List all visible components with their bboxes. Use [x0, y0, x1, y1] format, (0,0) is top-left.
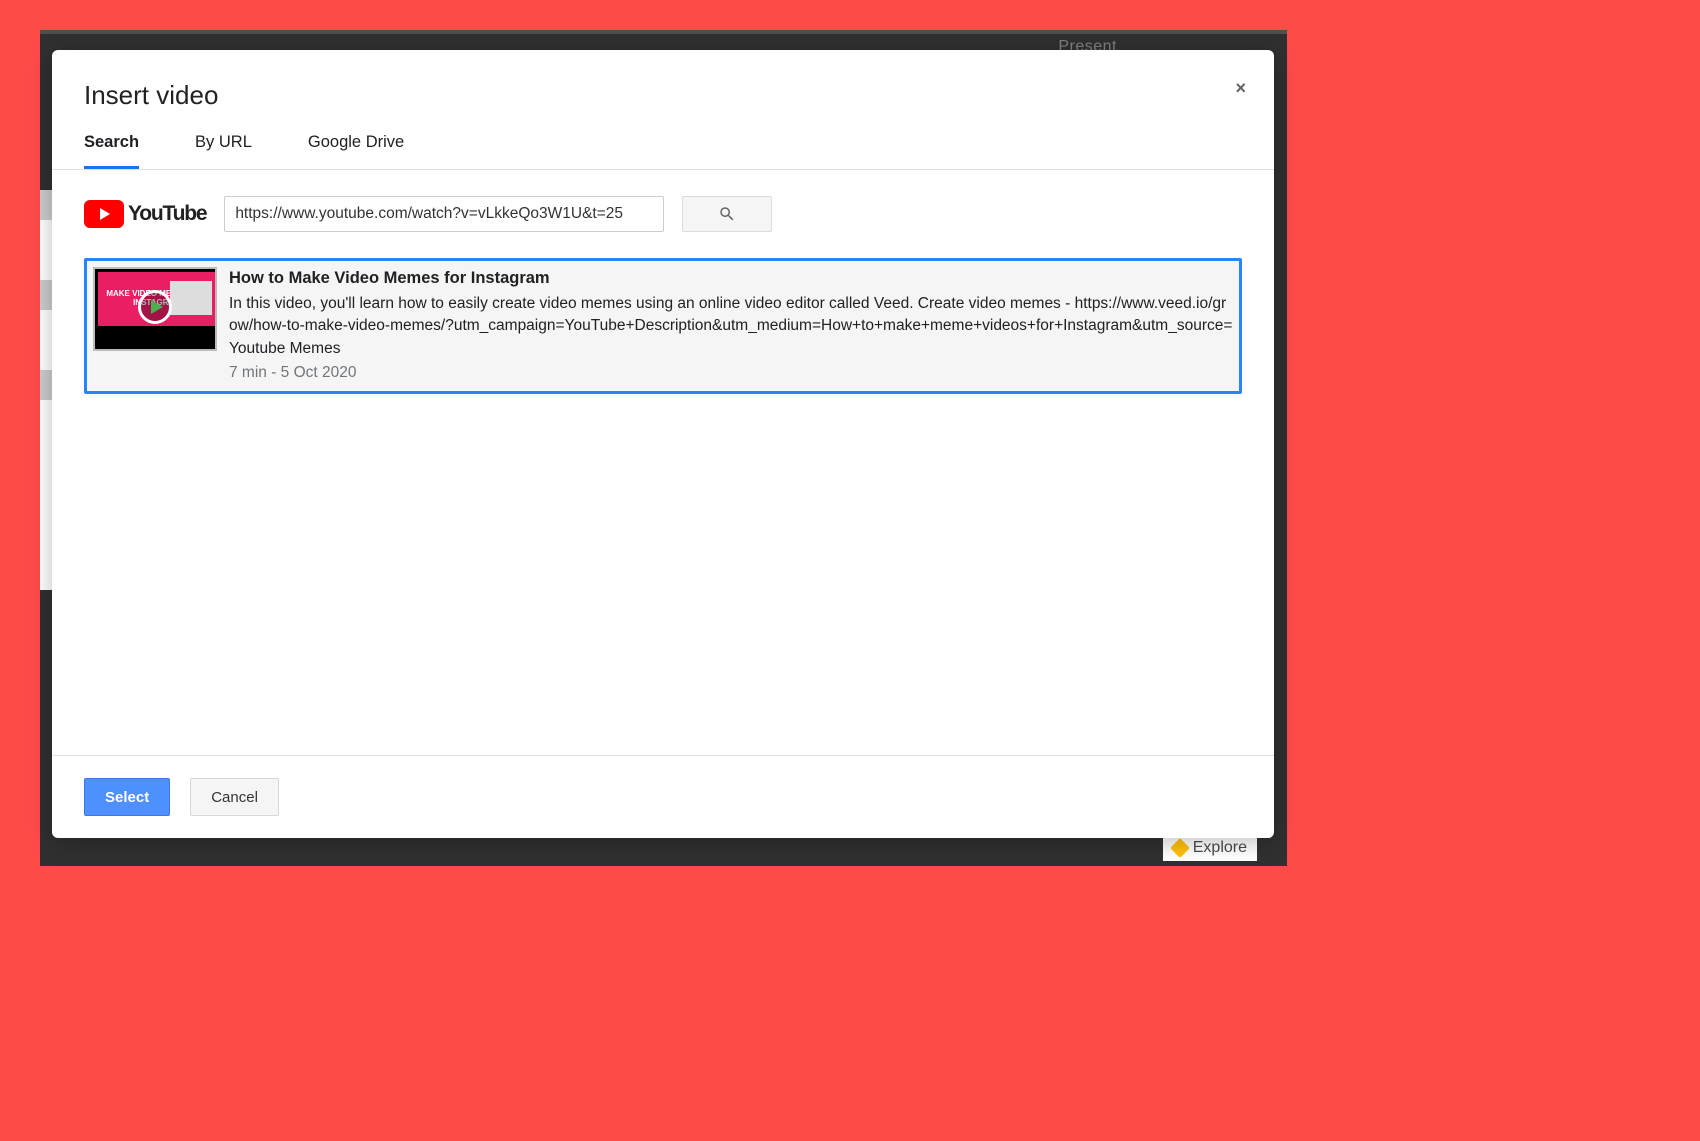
modal-title: Insert video — [84, 80, 1242, 111]
modal-header: Insert video × — [52, 50, 1274, 111]
results-area: MAKE VIDEO MEMES FOR INSTAGRAM How to Ma… — [52, 242, 1274, 755]
video-result-item[interactable]: MAKE VIDEO MEMES FOR INSTAGRAM How to Ma… — [84, 258, 1242, 394]
search-icon — [718, 205, 736, 223]
explore-chip: Explore — [1163, 835, 1257, 861]
video-meta: 7 min - 5 Oct 2020 — [229, 362, 1233, 384]
youtube-icon — [84, 200, 124, 228]
tab-bar: Search By URL Google Drive — [52, 111, 1274, 170]
explore-label: Explore — [1193, 839, 1247, 857]
video-title: How to Make Video Memes for Instagram — [229, 267, 1233, 291]
thumbnail-side-panel — [170, 281, 212, 315]
close-icon[interactable]: × — [1235, 78, 1246, 99]
video-thumbnail: MAKE VIDEO MEMES FOR INSTAGRAM — [93, 267, 217, 351]
play-icon — [138, 290, 172, 324]
tab-search[interactable]: Search — [84, 133, 139, 169]
search-row: YouTube — [52, 170, 1274, 242]
tab-google-drive[interactable]: Google Drive — [308, 133, 404, 169]
tab-by-url[interactable]: By URL — [195, 133, 252, 169]
youtube-brand-text: YouTube — [128, 202, 206, 226]
youtube-logo: YouTube — [84, 200, 206, 228]
select-button[interactable]: Select — [84, 778, 170, 816]
explore-icon — [1170, 838, 1190, 858]
search-button[interactable] — [682, 196, 772, 232]
video-result-text: How to Make Video Memes for Instagram In… — [229, 267, 1233, 385]
video-description: In this video, you'll learn how to easil… — [229, 293, 1233, 360]
insert-video-modal: Insert video × Search By URL Google Driv… — [52, 50, 1274, 838]
video-url-input[interactable] — [224, 196, 664, 232]
modal-footer: Select Cancel — [52, 755, 1274, 838]
cancel-button[interactable]: Cancel — [190, 778, 279, 816]
